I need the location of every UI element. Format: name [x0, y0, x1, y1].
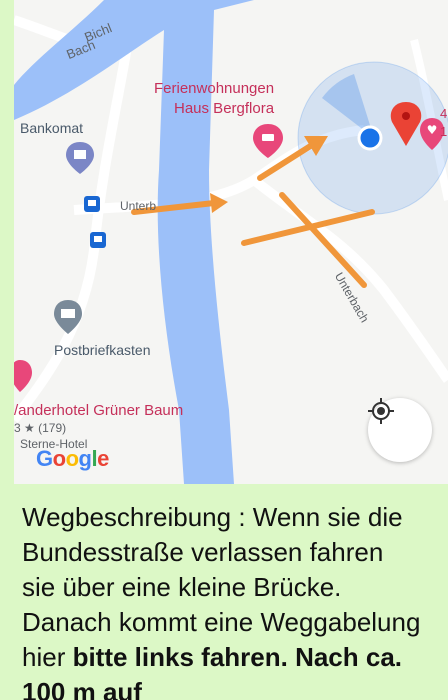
- message-text: Wegbeschreibung : Wenn sie die Bundesstr…: [22, 500, 422, 700]
- my-location-button[interactable]: [368, 398, 432, 462]
- label-edge-4: 4: [440, 106, 448, 121]
- label-unterbach-road: Unterb: [120, 199, 157, 213]
- label-hotel-gruener-baum[interactable]: /anderhotel Grüner Baum: [14, 402, 183, 419]
- google-logo: Google: [36, 446, 109, 471]
- bed-glyph: [262, 134, 274, 141]
- message-text-bold: bitte links: [72, 642, 194, 672]
- label-ferienwohnungen[interactable]: Ferienwohnungen: [154, 80, 274, 97]
- svg-text:♥: ♥: [427, 123, 438, 137]
- bank-glyph: [74, 150, 86, 159]
- mail-glyph: [61, 309, 75, 318]
- map-preview[interactable]: ♥ Bichl Bach Ferienwohnungen Haus Bergfl…: [14, 0, 448, 484]
- label-hotel-rating: 3 ★ (179): [14, 421, 67, 435]
- pin-center: [402, 112, 410, 120]
- crosshair-icon: [368, 398, 394, 424]
- label-haus-bergflora[interactable]: Haus Bergflora: [174, 100, 274, 117]
- current-location-dot: [357, 125, 383, 151]
- hotel-marker-icon-2[interactable]: [14, 360, 32, 392]
- label-bankomat[interactable]: Bankomat: [20, 120, 83, 136]
- label-edge-1: 1: [440, 124, 448, 139]
- message-bubble: ♥ Bichl Bach Ferienwohnungen Haus Bergfl…: [8, 0, 448, 700]
- label-postbriefkasten[interactable]: Postbriefkasten: [54, 342, 151, 358]
